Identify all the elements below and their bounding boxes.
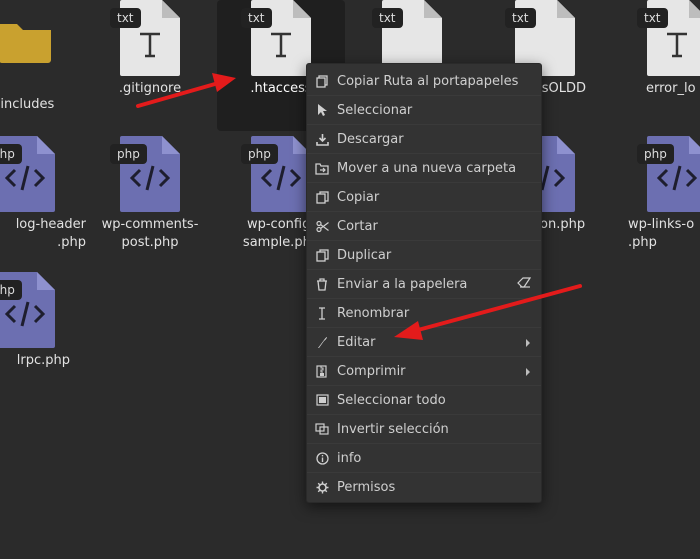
info-icon <box>315 451 329 465</box>
menu-item-label: Renombrar <box>337 305 410 321</box>
file-type-badge: php <box>0 280 22 300</box>
menu-item-label: Seleccionar todo <box>337 392 446 408</box>
php-file-icon: php <box>0 136 55 212</box>
php-file-icon: php <box>110 136 180 212</box>
chevron-right-icon <box>525 366 531 381</box>
copy-icon <box>315 190 329 204</box>
menu-item-rename[interactable]: Renombrar <box>307 299 541 328</box>
file-name: -includes <box>0 97 55 112</box>
file-name: wp-links-o .php <box>612 216 700 252</box>
file-type-badge: php <box>637 144 674 164</box>
duplicate-icon <box>315 248 329 262</box>
move-folder-icon <box>315 161 329 175</box>
menu-item-trash[interactable]: Enviar a la papelera <box>307 270 541 299</box>
copy-path-icon <box>315 74 329 88</box>
file-type-badge: php <box>241 144 278 164</box>
menu-item-label: Permisos <box>337 480 396 495</box>
menu-item-download[interactable]: Descargar <box>307 125 541 154</box>
file-item-folder[interactable]: -includes <box>0 8 90 114</box>
file-name: lrpc.php <box>16 353 70 368</box>
eraser-icon[interactable] <box>517 277 532 293</box>
menu-item-label: Copiar Ruta al portapapeles <box>337 73 519 89</box>
gear-icon <box>315 481 329 495</box>
php-file-icon: php <box>241 136 311 212</box>
file-item-gitignore[interactable]: txt .gitignore <box>85 0 215 98</box>
file-name-text: wp-links-o .php <box>628 217 695 250</box>
file-name-text: wp-comments- post.php <box>101 217 199 250</box>
file-type-badge: txt <box>110 8 141 28</box>
menu-item-label: Duplicar <box>337 247 392 263</box>
file-type-badge: txt <box>241 8 272 28</box>
folder-icon <box>0 8 55 78</box>
file-name: error_lo <box>646 81 696 96</box>
menu-item-label: Seleccionar <box>337 102 413 118</box>
file-item-blog-header[interactable]: php log-header .php <box>0 136 90 252</box>
text-cursor-icon <box>315 306 329 320</box>
text-file-icon: txt <box>241 0 311 76</box>
file-item-error-log[interactable]: txt error_lo <box>612 0 700 98</box>
file-item-txt-3[interactable]: txt <box>347 0 477 76</box>
menu-item-label: Cortar <box>337 218 378 234</box>
download-icon <box>315 132 329 146</box>
select-all-icon <box>315 393 329 407</box>
menu-item-move-folder[interactable]: Mover a una nueva carpeta <box>307 154 541 183</box>
menu-item-copy-path[interactable]: Copiar Ruta al portapapeles <box>307 67 541 96</box>
text-file-icon: txt <box>505 0 575 76</box>
menu-item-invert-selection[interactable]: Invertir selección <box>307 415 541 444</box>
menu-item-label: Editar <box>337 334 376 350</box>
text-file-icon: txt <box>637 0 700 76</box>
file-name: log-header .php <box>0 216 90 252</box>
file-type-badge: txt <box>372 8 403 28</box>
menu-item-label: Invertir selección <box>337 421 449 437</box>
file-type-badge: php <box>110 144 147 164</box>
menu-item-label: Descargar <box>337 131 404 147</box>
menu-item-label: Copiar <box>337 189 380 205</box>
scissors-icon <box>315 219 329 233</box>
menu-item-copy[interactable]: Copiar <box>307 183 541 212</box>
menu-item-permissions[interactable]: Permisos <box>307 473 541 502</box>
menu-item-edit[interactable]: Editar <box>307 328 541 357</box>
menu-item-label: Comprimir <box>337 363 406 379</box>
file-item-xmlrpc[interactable]: php lrpc.php <box>0 272 90 370</box>
menu-item-label: Mover a una nueva carpeta <box>337 160 517 176</box>
text-file-icon: txt <box>110 0 180 76</box>
menu-item-label: info <box>337 450 362 466</box>
menu-item-select[interactable]: Seleccionar <box>307 96 541 125</box>
trash-icon <box>315 277 329 291</box>
invert-selection-icon <box>315 422 329 436</box>
file-name: .gitignore <box>118 81 182 96</box>
text-file-icon: txt <box>372 0 442 76</box>
feather-icon <box>315 335 329 349</box>
menu-item-select-all[interactable]: Seleccionar todo <box>307 386 541 415</box>
file-type-badge: txt <box>505 8 536 28</box>
file-type-badge: txt <box>637 8 668 28</box>
file-item-wp-comments-post[interactable]: php wp-comments- post.php <box>85 136 215 252</box>
menu-item-cut[interactable]: Cortar <box>307 212 541 241</box>
menu-item-info[interactable]: info <box>307 444 541 473</box>
context-menu: Copiar Ruta al portapapeles Seleccionar … <box>306 63 542 503</box>
archive-icon <box>315 364 329 378</box>
menu-item-label: Enviar a la papelera <box>337 276 468 292</box>
php-file-icon: php <box>0 272 55 348</box>
menu-item-compress[interactable]: Comprimir <box>307 357 541 386</box>
file-type-badge: php <box>0 144 22 164</box>
chevron-right-icon <box>525 337 531 352</box>
file-item-wp-links-opml[interactable]: php wp-links-o .php <box>612 136 700 252</box>
php-file-icon: php <box>637 136 700 212</box>
cursor-icon <box>315 103 329 117</box>
file-name-text: log-header .php <box>15 217 86 250</box>
file-name: wp-comments- post.php <box>85 216 215 252</box>
menu-item-duplicate[interactable]: Duplicar <box>307 241 541 270</box>
